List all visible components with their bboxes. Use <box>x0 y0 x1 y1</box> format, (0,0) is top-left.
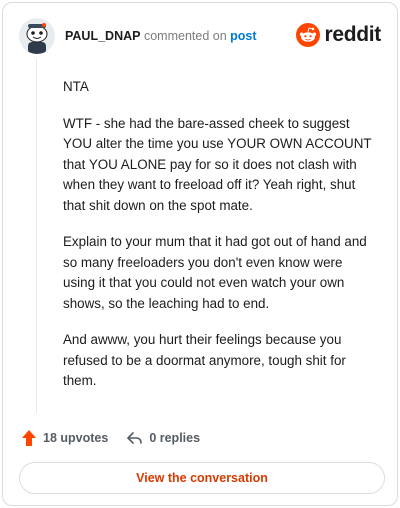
byline-action: commented on <box>143 29 227 43</box>
username-link[interactable]: PAUL_DNAP <box>65 29 140 43</box>
comment-body: NTA WTF - she had the bare-assed cheek t… <box>63 77 373 408</box>
upvote-arrow-icon <box>22 430 36 446</box>
reply-arrow-icon <box>127 432 143 444</box>
comment-paragraph: WTF - she had the bare-assed cheek to su… <box>63 115 372 213</box>
replies-stat[interactable]: 0 replies <box>126 430 200 446</box>
view-conversation-button[interactable]: View the conversation <box>19 462 385 494</box>
upvotes-label: 18 upvotes <box>43 431 109 445</box>
comment-paragraph: Explain to your mum that it had got out … <box>63 234 367 311</box>
thread-line <box>36 59 37 413</box>
comment-header: PAUL_DNAP commented on post reddit <box>19 18 381 54</box>
comment-stats: 18 upvotes 0 replies <box>21 427 200 449</box>
snoo-avatar-icon[interactable] <box>19 18 55 54</box>
reddit-logo-icon <box>296 23 321 47</box>
reddit-logo[interactable]: reddit <box>296 22 381 48</box>
reddit-wordmark: reddit <box>324 23 381 46</box>
comment-embed-card: PAUL_DNAP commented on post reddit NTA W… <box>2 2 398 506</box>
upvotes-stat[interactable]: 18 upvotes <box>21 429 108 447</box>
post-link[interactable]: post <box>230 29 256 43</box>
comment-byline: PAUL_DNAP commented on post <box>65 28 257 44</box>
comment-paragraph: And awww, you hurt their feelings becaus… <box>63 332 346 388</box>
comment-paragraph: NTA <box>63 79 89 94</box>
replies-label: 0 replies <box>149 431 201 445</box>
